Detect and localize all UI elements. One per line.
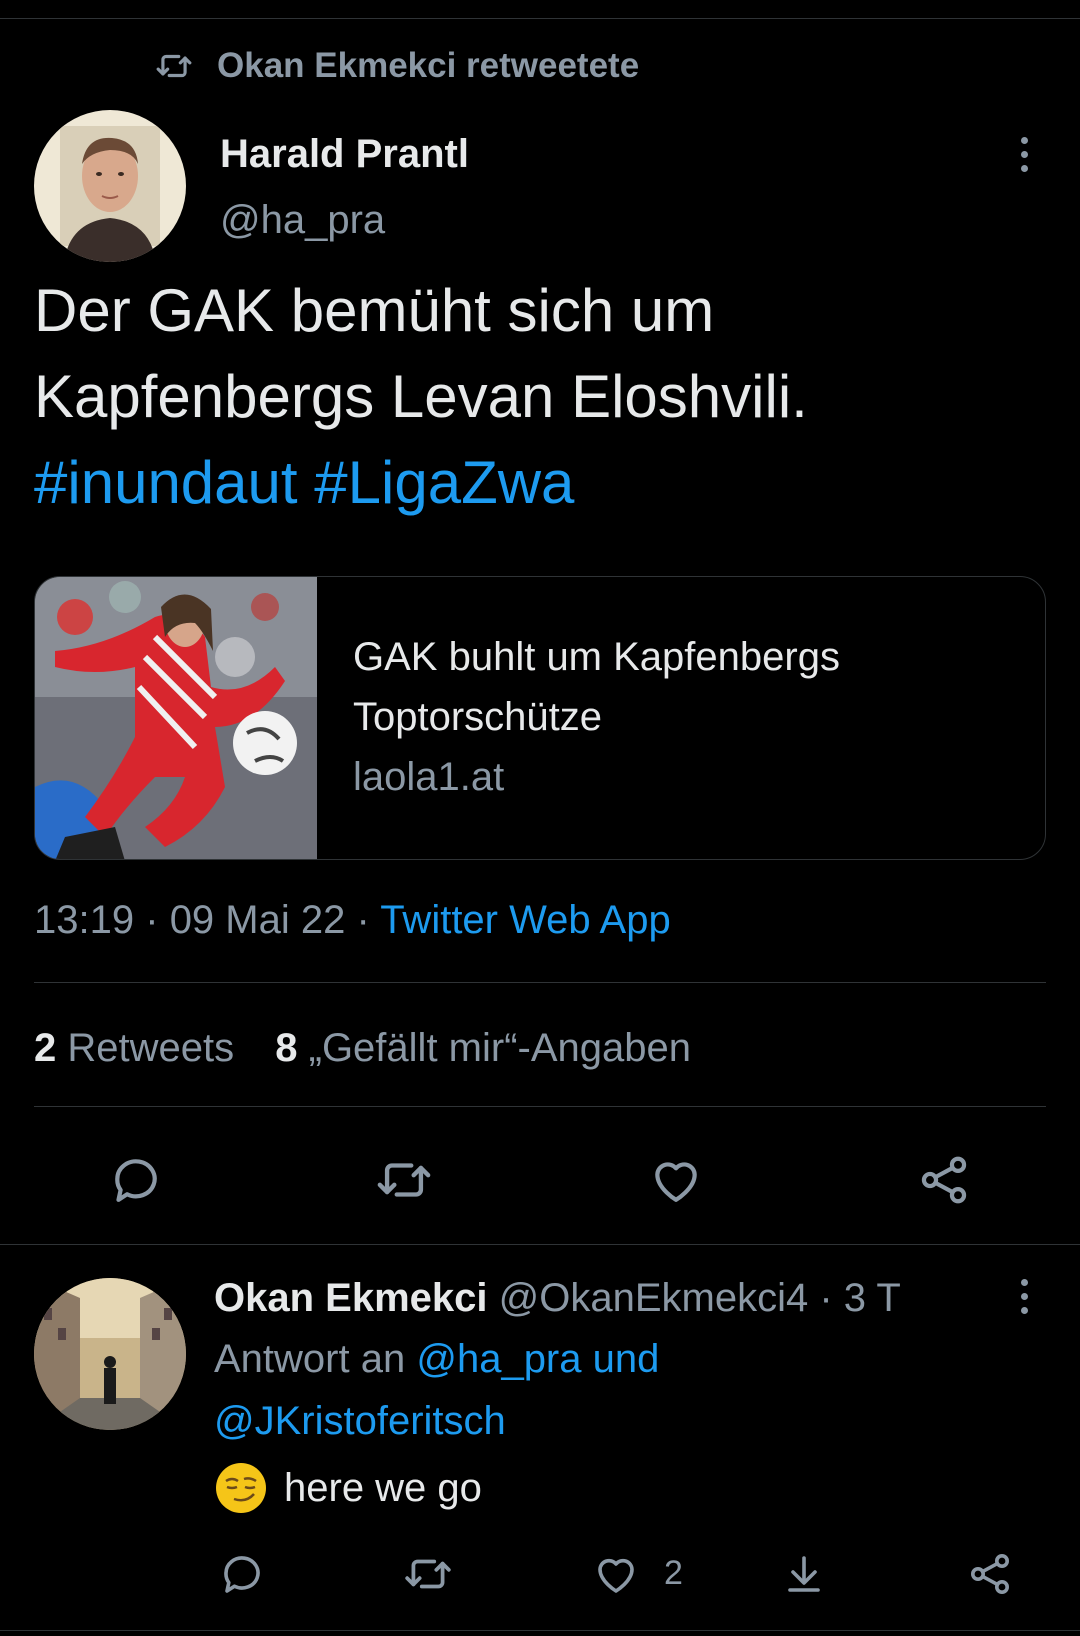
reply-like-icon[interactable] xyxy=(588,1546,644,1602)
reply-author-name[interactable]: Okan Ekmekci xyxy=(214,1276,488,1320)
tweet-date[interactable]: 09 Mai 22 xyxy=(170,898,346,942)
link-card-image xyxy=(35,577,317,859)
author-avatar[interactable] xyxy=(34,110,186,262)
link-card-title: Toptorschütze xyxy=(353,695,603,739)
like-label: „Gefällt mir“-Angaben xyxy=(308,1026,691,1070)
reply-like-count: 2 xyxy=(664,1554,683,1592)
reply-separator: · xyxy=(819,1276,833,1320)
retweet-count: 2 xyxy=(34,1026,57,1070)
likes-stat[interactable]: 8 „Gefällt mir“-Angaben xyxy=(275,1026,691,1070)
top-divider xyxy=(0,18,1080,19)
share-icon[interactable] xyxy=(912,1148,976,1212)
reply-text: here we go xyxy=(284,1466,482,1510)
reply-text-row: here we go xyxy=(214,1460,1044,1516)
reply-reply-icon[interactable] xyxy=(214,1546,270,1602)
stats-top-divider xyxy=(34,982,1046,983)
like-count: 8 xyxy=(275,1026,298,1070)
author-handle[interactable]: @ha_pra xyxy=(220,192,385,248)
retweet-context-text: Okan Ekmekci retweetete xyxy=(217,46,640,85)
retweet-label: Retweets xyxy=(67,1026,235,1070)
retweet-icon[interactable] xyxy=(372,1148,436,1212)
reply-to-line: Antwort an @ha_pra und @JKristoferitsch xyxy=(214,1328,1044,1452)
author-name[interactable]: Harald Prantl xyxy=(220,126,469,182)
reply-retweet-icon[interactable] xyxy=(400,1546,456,1602)
mention-link[interactable]: @JKristoferitsch xyxy=(214,1399,506,1443)
tweet-text: Der GAK bemüht sich um Kapfenbergs Levan… xyxy=(34,268,1044,526)
link-card-title: GAK buhlt um Kapfenbergs xyxy=(353,635,840,679)
link-card[interactable]: GAK buhlt um Kapfenbergs Toptorschütze l… xyxy=(34,576,1046,860)
tweet-stats: 2 Retweets 8 „Gefällt mir“-Angaben xyxy=(34,1020,691,1076)
tweet-bottom-divider xyxy=(0,1244,1080,1245)
reply-bottom-divider xyxy=(0,1630,1080,1631)
mention-link[interactable]: @ha_pra und xyxy=(416,1337,659,1381)
reply-time[interactable]: 3 T xyxy=(844,1276,901,1320)
retweets-stat[interactable]: 2 Retweets xyxy=(34,1026,245,1070)
reply-author-avatar[interactable] xyxy=(34,1278,186,1430)
link-card-domain: laola1.at xyxy=(353,755,505,799)
reply-to-prefix: Antwort an xyxy=(214,1337,406,1381)
reply-share-icon[interactable] xyxy=(962,1546,1018,1602)
meta-separator: · xyxy=(145,898,159,942)
tweet-time[interactable]: 13:19 xyxy=(34,898,134,942)
tweet-source-link[interactable]: Twitter Web App xyxy=(380,898,671,942)
hashtag-link[interactable]: #LigaZwa xyxy=(314,449,574,516)
retweet-icon xyxy=(156,54,192,78)
more-options-icon[interactable] xyxy=(1006,124,1042,184)
tweet-meta: 13:19 · 09 Mai 22 · Twitter Web App xyxy=(34,892,671,948)
meta-separator: · xyxy=(356,898,370,942)
hashtag-link[interactable]: #inundaut xyxy=(34,449,298,516)
stats-bottom-divider xyxy=(34,1106,1046,1107)
reply-tweet[interactable]: Okan Ekmekci @OkanEkmekci4 · 3 T Antwort… xyxy=(214,1270,1044,1516)
reply-icon[interactable] xyxy=(104,1148,168,1212)
tweet-text-line: Der GAK bemüht sich um xyxy=(34,277,715,344)
smirking-face-emoji-icon xyxy=(216,1463,266,1513)
reply-author-handle[interactable]: @OkanEkmekci4 xyxy=(499,1276,809,1320)
like-icon[interactable] xyxy=(644,1148,708,1212)
download-icon[interactable] xyxy=(776,1546,832,1602)
retweet-context[interactable]: Okan Ekmekci retweetete xyxy=(155,44,639,88)
tweet-text-line: Kapfenbergs Levan Eloshvili. xyxy=(34,363,808,430)
